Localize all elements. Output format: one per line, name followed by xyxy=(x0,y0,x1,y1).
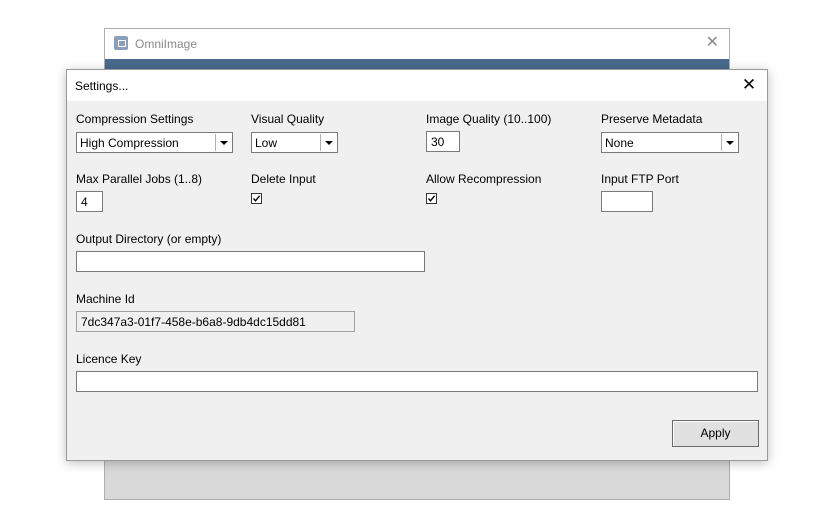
licence-key-label: Licence Key xyxy=(76,352,142,366)
compression-settings-label: Compression Settings xyxy=(76,112,194,126)
output-directory-label: Output Directory (or empty) xyxy=(76,232,222,246)
checkmark-icon xyxy=(252,195,261,202)
max-parallel-jobs-input[interactable]: 4 xyxy=(76,191,103,212)
main-close-icon[interactable]: ✕ xyxy=(706,34,719,52)
allow-recompression-checkbox[interactable] xyxy=(426,193,437,204)
preserve-metadata-label: Preserve Metadata xyxy=(601,112,703,126)
main-titlebar: OmniImage ✕ xyxy=(105,29,729,60)
chevron-down-icon xyxy=(721,134,737,151)
delete-input-label: Delete Input xyxy=(251,172,316,186)
machine-id-field[interactable]: 7dc347a3-01f7-458e-b6a8-9db4dc15dd81 xyxy=(76,311,355,332)
app-icon xyxy=(114,36,128,50)
machine-id-label: Machine Id xyxy=(76,292,135,306)
compression-settings-value: High Compression xyxy=(80,136,179,150)
chevron-down-icon xyxy=(320,134,336,151)
image-quality-input[interactable]: 30 xyxy=(426,131,460,152)
main-window-title: OmniImage xyxy=(135,37,198,51)
allow-recompression-label: Allow Recompression xyxy=(426,172,542,186)
preserve-metadata-value: None xyxy=(605,136,634,150)
dialog-close-icon[interactable]: ✕ xyxy=(739,75,759,95)
delete-input-checkbox[interactable] xyxy=(251,193,262,204)
settings-dialog: Settings... ✕ Compression Settings High … xyxy=(66,69,768,461)
apply-button[interactable]: Apply xyxy=(672,420,759,447)
input-ftp-port-label: Input FTP Port xyxy=(601,172,679,186)
chevron-down-icon xyxy=(215,134,231,151)
visual-quality-label: Visual Quality xyxy=(251,112,325,126)
input-ftp-port-input[interactable] xyxy=(601,191,653,212)
output-directory-input[interactable] xyxy=(76,251,425,272)
visual-quality-value: Low xyxy=(255,136,278,150)
licence-key-input[interactable] xyxy=(76,371,758,392)
compression-settings-select[interactable]: High Compression xyxy=(76,132,233,153)
dialog-title: Settings... xyxy=(75,79,129,93)
checkmark-icon xyxy=(427,195,436,202)
preserve-metadata-select[interactable]: None xyxy=(601,132,739,153)
dialog-titlebar: Settings... ✕ xyxy=(67,70,767,101)
visual-quality-select[interactable]: Low xyxy=(251,132,338,153)
image-quality-label: Image Quality (10..100) xyxy=(426,112,552,126)
max-parallel-jobs-label: Max Parallel Jobs (1..8) xyxy=(76,172,203,186)
